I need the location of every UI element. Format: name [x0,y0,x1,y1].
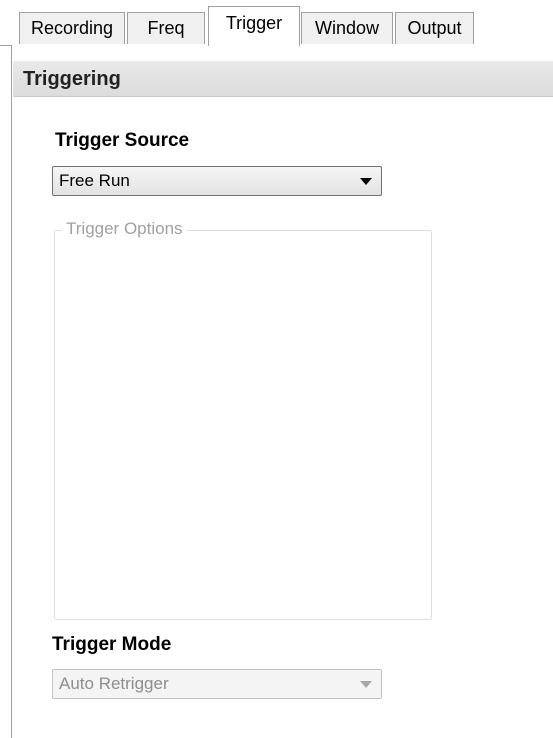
section-title: Triggering [23,68,121,90]
tab-window[interactable]: Window [301,12,393,44]
trigger-mode-value: Auto Retrigger [59,674,169,693]
chevron-down-icon [360,681,372,688]
tab-trigger[interactable]: Trigger [208,6,300,46]
chevron-down-icon [360,178,372,185]
trigger-mode-dropdown[interactable]: Auto Retrigger [52,669,382,699]
trigger-mode-label: Trigger Mode [52,634,172,655]
tab-freq[interactable]: Freq [127,12,205,44]
tab-recording[interactable]: Recording [19,12,125,44]
section-header: Triggering [13,61,553,97]
trigger-options-title: Trigger Options [62,219,187,239]
tab-strip: Recording Freq Trigger Window Output [0,0,553,46]
trigger-source-value: Free Run [59,171,130,190]
settings-window: Recording Freq Trigger Window Output Tri… [0,0,553,738]
trigger-options-group [54,230,432,620]
trigger-source-label: Trigger Source [55,130,190,151]
trigger-source-dropdown[interactable]: Free Run [52,166,382,196]
tab-output[interactable]: Output [395,12,474,44]
